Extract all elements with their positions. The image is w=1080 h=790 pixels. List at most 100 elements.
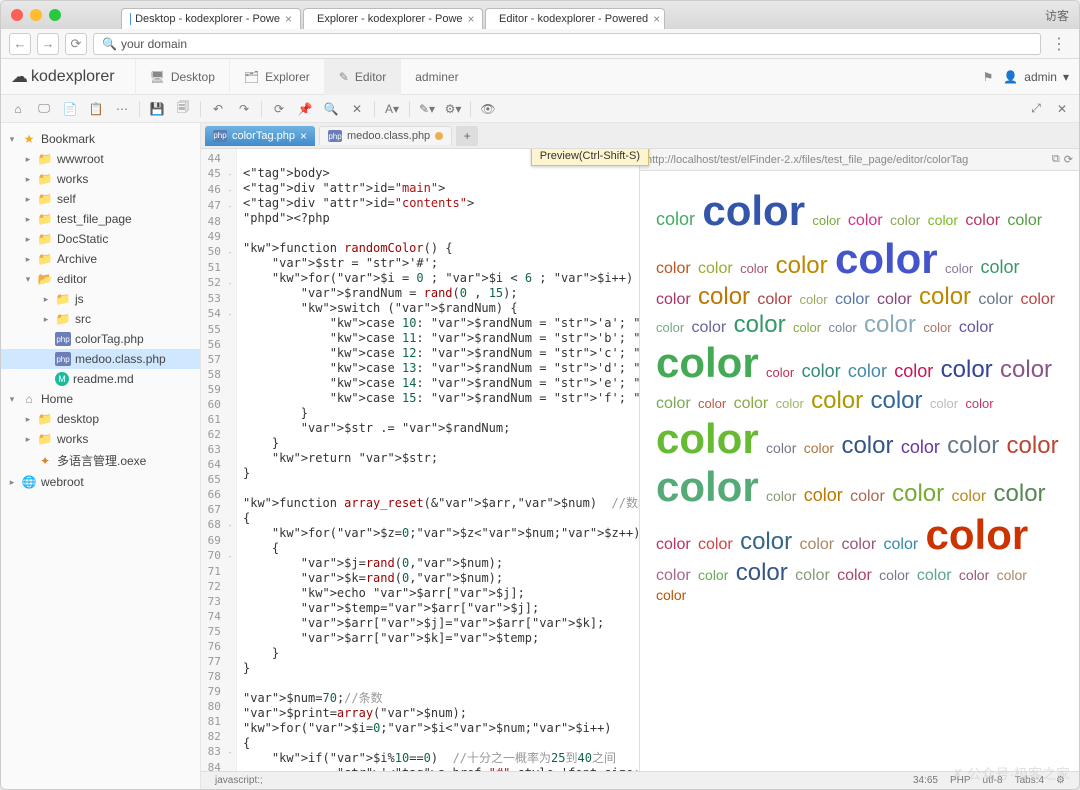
tree-editor[interactable]: ▾📂editor [1,269,200,289]
home-icon[interactable]: ⌂ [7,99,29,119]
save-icon[interactable]: 💾 [146,99,168,119]
search-icon[interactable]: 🔍 [320,99,342,119]
brush-icon[interactable]: ✎▾ [416,99,438,119]
fullscreen-icon[interactable]: ⤢ [1025,99,1047,119]
wechat-icon: ✗ [952,766,964,783]
browser-address-bar: ← → ⟳ 🔍your domain ⋮ [1,29,1079,59]
redo-icon[interactable]: ↷ [233,99,255,119]
visitor-label: 访客 [1045,7,1069,24]
copy-icon[interactable]: 📋 [85,99,107,119]
tree-webroot[interactable]: ▸🌐webroot [1,472,200,492]
refresh-icon[interactable]: ⟳ [1064,153,1073,166]
tree-item[interactable]: ▸📁works [1,429,200,449]
nav-adminer[interactable]: adminer [400,59,472,95]
desktop-icon: 🖥 [150,70,165,84]
preview-icon[interactable]: 👁 [477,99,499,119]
minimize-window-button[interactable] [30,9,42,21]
folder-icon: 🗂 [244,70,259,84]
tree-item[interactable]: ▸📁desktop [1,409,200,429]
tree-file[interactable]: Mreadme.md [1,369,200,389]
close-tab-icon[interactable]: × [468,12,475,26]
folder-icon: 📁 [37,192,53,206]
close-icon[interactable]: ✕ [1051,99,1073,119]
cloud-icon: ☁ [11,67,28,87]
globe-icon: 🌐 [21,475,37,489]
more-icon[interactable]: ⋯ [111,99,133,119]
code-editor[interactable]: 44 45 - 46 - 47 - 48 49 50 - 51 52 - 53 … [201,149,639,771]
file-tree: ▾★Bookmark ▸📁wwwroot ▸📁works ▸📁self ▸📁te… [1,123,201,789]
editor-tabs: phpcolorTag.php× phpmedoo.class.php + [201,123,1079,149]
preview-url-bar: http://localhost/test/elFinder-2.x/files… [640,149,1079,171]
folder-icon: 📁 [37,432,53,446]
pin-icon[interactable]: 📌 [294,99,316,119]
reload-button[interactable]: ⟳ [65,33,87,55]
user-menu[interactable]: 👤admin▾ [1003,70,1069,84]
browser-tab[interactable]: Explorer - kodexplorer - Powe× [303,8,483,29]
flag-icon[interactable]: ⚑ [983,70,994,84]
tree-item[interactable]: ▸📁wwwroot [1,149,200,169]
gear-icon[interactable]: ⚙▾ [442,99,464,119]
close-tab-icon[interactable]: × [285,12,292,26]
shuffle-icon[interactable]: ✕ [346,99,368,119]
add-tab-button[interactable]: + [456,126,478,146]
folder-icon: 📁 [37,252,53,266]
tree-file-selected[interactable]: phpmedoo.class.php [1,349,200,369]
tree-item[interactable]: ▸📁DocStatic [1,229,200,249]
php-file-icon: php [213,130,227,142]
close-window-button[interactable] [11,9,23,21]
user-icon: 👤 [1003,70,1018,84]
address-input[interactable]: 🔍your domain [93,33,1041,55]
folder-icon: 📁 [37,212,53,226]
open-external-icon[interactable]: ⧉ [1052,153,1060,166]
close-tab-icon[interactable]: × [653,12,660,26]
line-gutter: 44 45 - 46 - 47 - 48 49 50 - 51 52 - 53 … [201,149,237,771]
edit-icon: ✎ [339,70,349,84]
folder-icon: 📁 [37,232,53,246]
watermark: ✗公众号·极客之家 [952,764,1070,784]
browser-menu-button[interactable]: ⋮ [1047,34,1071,54]
nav-explorer[interactable]: 🗂Explorer [229,59,324,95]
search-icon: 🔍 [102,37,117,51]
refresh-icon[interactable]: ⟳ [268,99,290,119]
back-button[interactable]: ← [9,33,31,55]
tree-file[interactable]: phpcolorTag.php [1,329,200,349]
status-bar: javascript:; 34:65 PHP utf-8 Tabs:4 ⚙ [201,771,1079,789]
preview-url-text: http://localhost/test/elFinder-2.x/files… [646,154,1048,166]
editor-toolbar: ⌂ 🖵 📄 📋 ⋯ 💾 🗐 ↶ ↷ ⟳ 📌 🔍 ✕ A▾ ✎▾ ⚙▾ 👁 ⤢ [1,95,1079,123]
browser-tab[interactable]: Editor - kodexplorer - Powered× [485,8,665,29]
tree-item[interactable]: ▸📁js [1,289,200,309]
oexe-file-icon: ✦ [37,454,53,468]
nav-desktop[interactable]: 🖥Desktop [135,59,229,95]
app-topnav: ☁kodexplorer 🖥Desktop 🗂Explorer ✎Editor … [1,59,1079,95]
folder-icon: 📁 [37,152,53,166]
save-all-icon[interactable]: 🗐 [172,99,194,119]
maximize-window-button[interactable] [49,9,61,21]
folder-icon: 📁 [37,412,53,426]
new-file-icon[interactable]: 📄 [59,99,81,119]
preview-tooltip: Preview(Ctrl-Shift-S) [531,149,649,166]
tree-item[interactable]: ▸📁works [1,169,200,189]
desktop-icon[interactable]: 🖵 [33,99,55,119]
status-left: javascript:; [215,775,263,786]
editor-tab-active[interactable]: phpcolorTag.php× [205,126,315,146]
font-icon[interactable]: A▾ [381,99,403,119]
tree-item[interactable]: ▸📁src [1,309,200,329]
close-icon[interactable]: × [300,129,307,143]
browser-tab[interactable]: Desktop - kodexplorer - Powe× [121,8,301,29]
folder-icon: 📁 [37,172,53,186]
forward-button[interactable]: → [37,33,59,55]
nav-editor[interactable]: ✎Editor [324,59,400,95]
star-icon: ★ [21,132,37,146]
modified-dot-icon [435,132,443,140]
tree-item[interactable]: ▸📁Archive [1,249,200,269]
preview-pane: http://localhost/test/elFinder-2.x/files… [639,149,1079,771]
tree-bookmark[interactable]: ▾★Bookmark [1,129,200,149]
folder-icon: 📂 [37,272,53,286]
tree-item[interactable]: ▸📁test_file_page [1,209,200,229]
undo-icon[interactable]: ↶ [207,99,229,119]
tree-home[interactable]: ▾⌂Home [1,389,200,409]
tree-item[interactable]: ▸📁self [1,189,200,209]
tree-file[interactable]: ✦多语言管理.oexe [1,449,200,472]
code-area[interactable]: <"tag">body> <"tag">div "attr">id="main"… [237,149,639,771]
editor-tab[interactable]: phpmedoo.class.php [319,126,452,145]
